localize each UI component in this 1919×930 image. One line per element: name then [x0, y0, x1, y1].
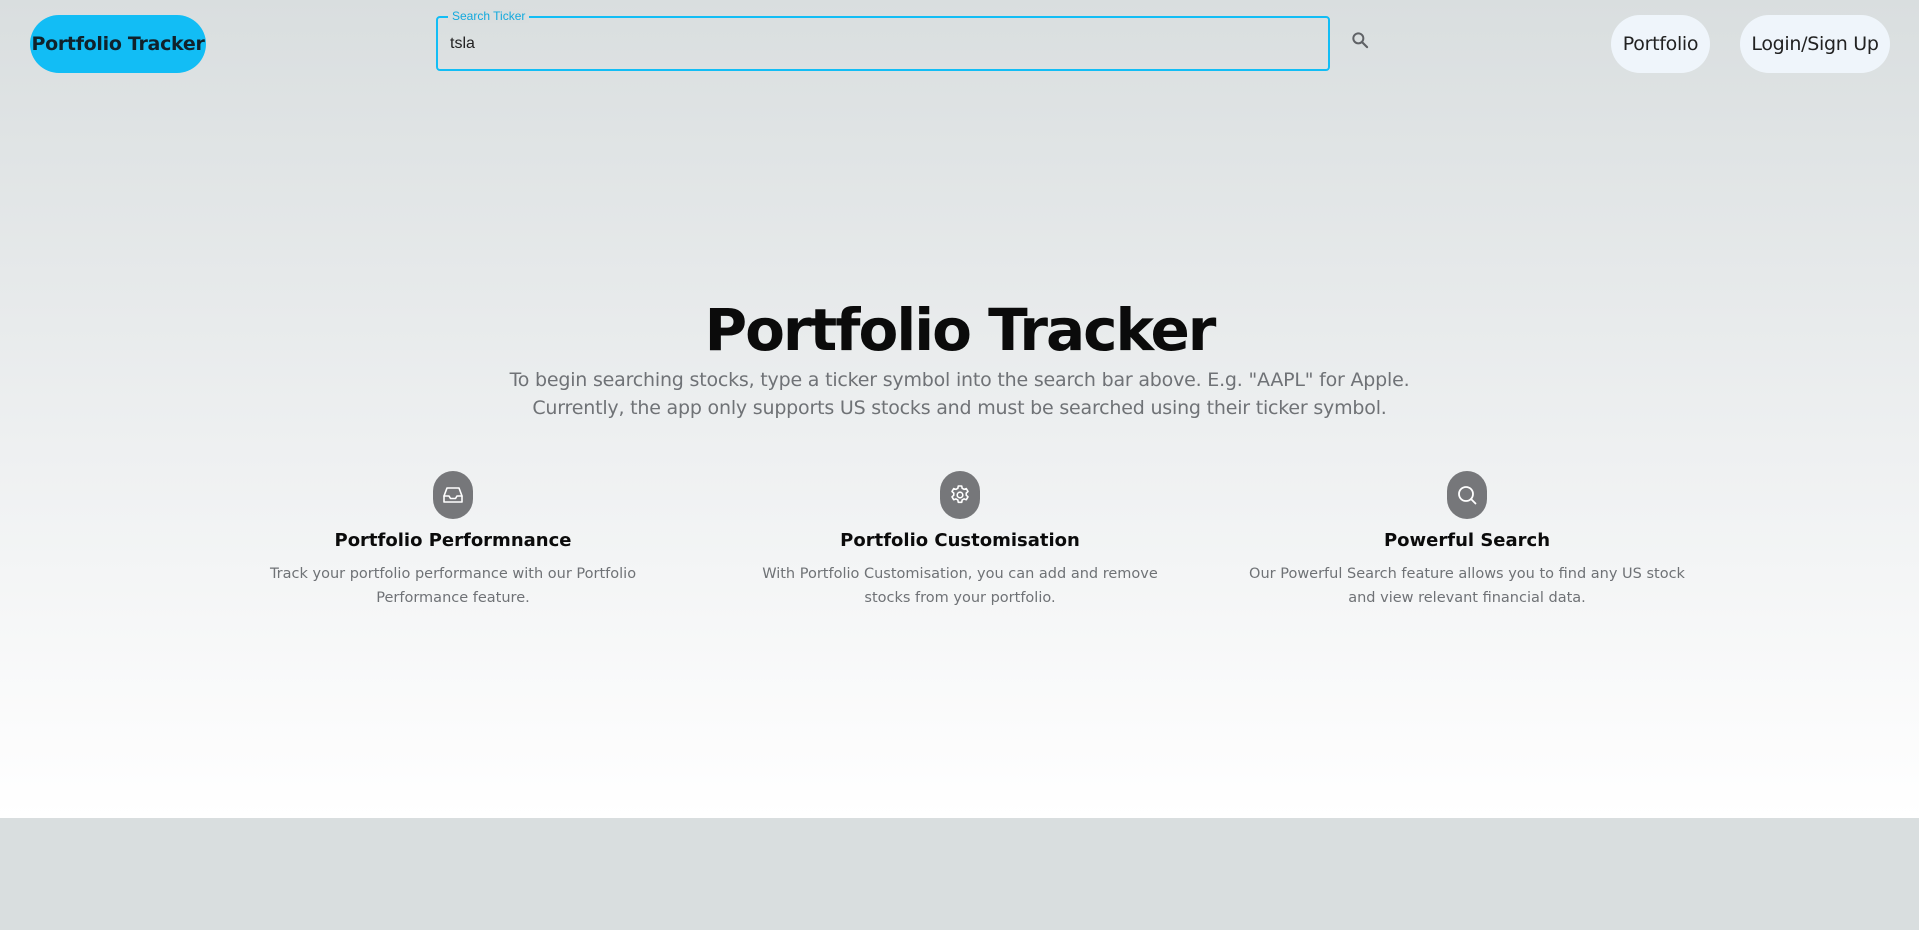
nav-portfolio-button[interactable]: Portfolio — [1611, 15, 1710, 73]
search-icon — [1447, 471, 1487, 519]
feature-title: Portfolio Performnance — [334, 530, 572, 551]
footer-band — [0, 818, 1919, 930]
feature-title: Powerful Search — [1383, 530, 1551, 551]
feature-description: Our Powerful Search feature allows you t… — [1249, 566, 1685, 606]
inbox-icon — [433, 471, 473, 519]
brand-button[interactable]: Portfolio Tracker — [30, 15, 206, 73]
search-icon — [1350, 30, 1370, 54]
feature-card-performance: Portfolio Performnance Track your portfo… — [223, 471, 683, 610]
feature-description: Track your portfolio performance with ou… — [269, 566, 637, 606]
hero-description-line-2: Currently, the app only supports US stoc… — [532, 397, 1387, 419]
hero-description-line-1: To begin searching stocks, type a ticker… — [509, 369, 1410, 391]
feature-card-customisation: Portfolio Customisation With Portfolio C… — [730, 471, 1190, 610]
gear-icon — [940, 471, 980, 519]
feature-card-search: Powerful Search Our Powerful Search feat… — [1237, 471, 1697, 610]
page-title: Portfolio Tracker — [704, 296, 1217, 364]
feature-title: Portfolio Customisation — [840, 530, 1080, 551]
search-button[interactable] — [1346, 28, 1374, 56]
nav-login-button[interactable]: Login/Sign Up — [1740, 15, 1890, 73]
feature-description: With Portfolio Customisation, you can ad… — [762, 566, 1158, 606]
search-field[interactable]: Search Ticker — [436, 9, 1330, 71]
search-input[interactable] — [438, 18, 1328, 69]
